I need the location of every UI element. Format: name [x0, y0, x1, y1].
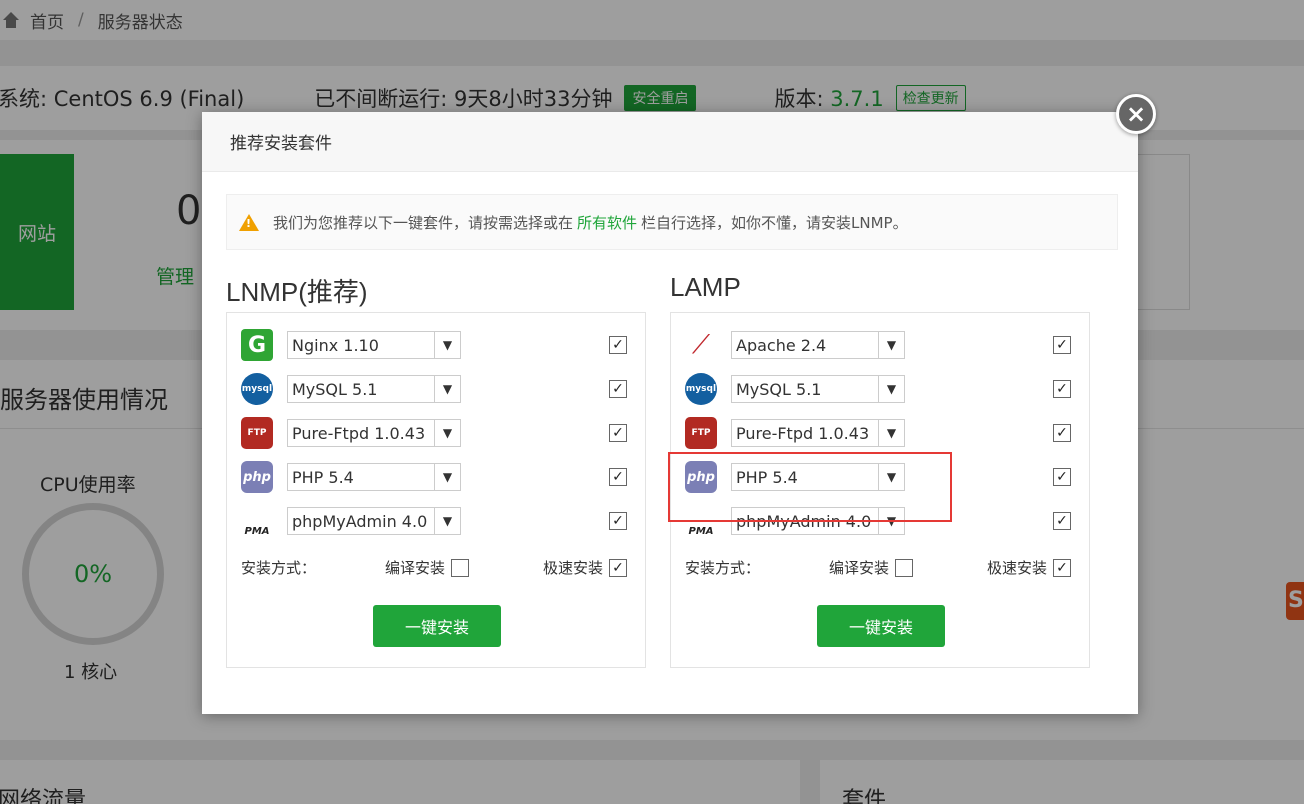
lnmp-row-mysql: mysql MySQL 5.1 ▼ ✓ — [241, 371, 633, 407]
mysql-version-select[interactable]: MySQL 5.1 ▼ — [287, 375, 461, 403]
php-highlight-box — [668, 452, 952, 522]
apache-version-select[interactable]: Apache 2.4 ▼ — [731, 331, 905, 359]
all-software-link[interactable]: 所有软件 — [577, 212, 637, 233]
phpmyadmin-icon: PMA — [244, 526, 270, 537]
php-checkbox[interactable]: ✓ — [1053, 468, 1071, 486]
mysql-icon: mysql — [685, 373, 717, 405]
fast-install-checkbox[interactable]: ✓ — [1053, 558, 1071, 577]
install-method-label: 安装方式： — [685, 559, 761, 577]
phpmyadmin-version-select[interactable]: phpMyAdmin 4.0 ▼ — [287, 507, 461, 535]
modal-header: 推荐安装套件 — [202, 112, 1138, 172]
lnmp-box: G Nginx 1.10 ▼ ✓ mysql MySQL 5.1 ▼ ✓ FTP P… — [226, 312, 646, 668]
lnmp-row-ftp: FTP Pure-Ftpd 1.0.43 ▼ ✓ — [241, 415, 633, 451]
lamp-install-button[interactable]: 一键安装 — [817, 605, 945, 647]
ftp-checkbox[interactable]: ✓ — [609, 424, 627, 442]
apache-icon: ⟋ — [691, 329, 711, 360]
lamp-row-apache: ⟋ Apache 2.4 ▼ ✓ — [685, 327, 1077, 363]
chevron-down-icon[interactable]: ▼ — [878, 376, 904, 402]
lnmp-row-phpmyadmin: PMA phpMyAdmin 4.0 ▼ ✓ — [241, 503, 633, 539]
nginx-version-select[interactable]: Nginx 1.10 ▼ — [287, 331, 461, 359]
chevron-down-icon[interactable]: ▼ — [434, 508, 460, 534]
lamp-install-method: 安装方式： 编译安装 极速安装 ✓ — [685, 557, 1077, 578]
lamp-row-ftp: FTP Pure-Ftpd 1.0.43 ▼ ✓ — [685, 415, 1077, 451]
chevron-down-icon[interactable]: ▼ — [434, 332, 460, 358]
notice-text-after: 栏自行选择，如你不懂，请安装LNMP。 — [641, 213, 908, 232]
ftp-version-select[interactable]: Pure-Ftpd 1.0.43 ▼ — [731, 419, 905, 447]
php-version-select[interactable]: PHP 5.4 ▼ — [287, 463, 461, 491]
close-icon[interactable]: × — [1116, 94, 1156, 134]
nginx-checkbox[interactable]: ✓ — [609, 336, 627, 354]
apache-checkbox[interactable]: ✓ — [1053, 336, 1071, 354]
chevron-down-icon[interactable]: ▼ — [878, 332, 904, 358]
nginx-icon: G — [241, 329, 273, 361]
ftp-version-select[interactable]: Pure-Ftpd 1.0.43 ▼ — [287, 419, 461, 447]
compile-install-option[interactable]: 编译安装 — [385, 557, 495, 578]
phpmyadmin-checkbox[interactable]: ✓ — [1053, 512, 1071, 530]
fast-install-option[interactable]: 极速安装 ✓ — [543, 557, 627, 578]
recommend-suite-modal: 推荐安装套件 我们为您推荐以下一键套件，请按需选择或在 所有软件 栏自行选择，如… — [202, 112, 1138, 714]
compile-install-checkbox[interactable] — [451, 558, 470, 577]
lamp-title: LAMP — [670, 272, 741, 302]
fast-install-option[interactable]: 极速安装 ✓ — [987, 557, 1071, 578]
ftp-icon: FTP — [241, 417, 273, 449]
ftp-icon: FTP — [685, 417, 717, 449]
lnmp-install-method: 安装方式： 编译安装 极速安装 ✓ — [241, 557, 633, 578]
compile-install-checkbox[interactable] — [895, 558, 914, 577]
modal-title: 推荐安装套件 — [230, 134, 332, 154]
notice-text-before: 我们为您推荐以下一键套件，请按需选择或在 — [273, 213, 574, 232]
lnmp-row-php: php PHP 5.4 ▼ ✓ — [241, 459, 633, 495]
lnmp-title: LNMP(推荐) — [226, 277, 368, 307]
chevron-down-icon[interactable]: ▼ — [434, 464, 460, 490]
notice-banner: 我们为您推荐以下一键套件，请按需选择或在 所有软件 栏自行选择，如你不懂，请安装… — [226, 194, 1118, 250]
install-method-label: 安装方式： — [241, 559, 317, 577]
compile-install-option[interactable]: 编译安装 — [829, 557, 939, 578]
fast-install-checkbox[interactable]: ✓ — [609, 558, 627, 577]
lnmp-install-button[interactable]: 一键安装 — [373, 605, 501, 647]
mysql-checkbox[interactable]: ✓ — [609, 380, 627, 398]
lnmp-row-nginx: G Nginx 1.10 ▼ ✓ — [241, 327, 633, 363]
lamp-row-mysql: mysql MySQL 5.1 ▼ ✓ — [685, 371, 1077, 407]
mysql-checkbox[interactable]: ✓ — [1053, 380, 1071, 398]
chevron-down-icon[interactable]: ▼ — [878, 420, 904, 446]
php-icon: php — [241, 461, 273, 493]
mysql-version-select[interactable]: MySQL 5.1 ▼ — [731, 375, 905, 403]
ftp-checkbox[interactable]: ✓ — [1053, 424, 1071, 442]
warning-icon — [239, 213, 259, 231]
php-checkbox[interactable]: ✓ — [609, 468, 627, 486]
chevron-down-icon[interactable]: ▼ — [434, 376, 460, 402]
phpmyadmin-checkbox[interactable]: ✓ — [609, 512, 627, 530]
chevron-down-icon[interactable]: ▼ — [434, 420, 460, 446]
mysql-icon: mysql — [241, 373, 273, 405]
